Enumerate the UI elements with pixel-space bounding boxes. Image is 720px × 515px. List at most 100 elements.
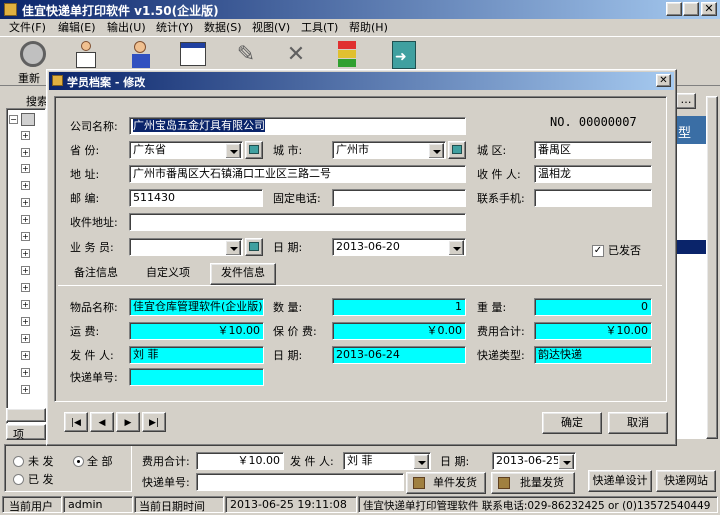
people-icon[interactable]	[128, 41, 154, 69]
chevron-down-icon[interactable]	[225, 143, 241, 158]
batch-ship-button[interactable]: 批量发货	[491, 472, 575, 494]
company-field[interactable]: 广州宝岛五金灯具有限公司	[129, 117, 466, 135]
courier-website-button[interactable]: 快递网站	[656, 470, 716, 492]
date-field[interactable]: 2013-06-20	[332, 238, 466, 256]
tools-icon[interactable]: ✎	[232, 41, 260, 69]
mobile-field[interactable]	[534, 189, 652, 207]
maximize-button[interactable]	[683, 2, 699, 16]
tree-node[interactable]: +	[21, 249, 30, 258]
right-ellipsis-button[interactable]: …	[676, 93, 696, 109]
insurance-label: 保 价 费:	[273, 325, 317, 338]
tracking-field[interactable]	[129, 368, 264, 386]
form-icon[interactable]	[180, 42, 206, 66]
tab-custom[interactable]: 自定义项	[136, 264, 200, 284]
tree-node[interactable]: +	[21, 232, 30, 241]
single-ship-label: 单件发货	[433, 476, 477, 489]
menu-stats[interactable]: 统计(Y)	[156, 21, 193, 35]
menu-tools[interactable]: 工具(T)	[301, 21, 338, 35]
dialog-close-button[interactable]: ✕	[656, 74, 671, 87]
courier-label: 快递类型:	[477, 349, 525, 362]
insurance-field[interactable]: ￥0.00	[332, 322, 466, 340]
chevron-down-icon[interactable]	[448, 240, 464, 255]
bottom-date-field[interactable]: 2013-06-25	[492, 452, 576, 470]
tree-node[interactable]: +	[21, 283, 30, 292]
radio-unsent[interactable]	[13, 456, 24, 467]
right-vertical-scrollbar[interactable]	[706, 96, 718, 439]
tree-node[interactable]: +	[21, 266, 30, 275]
single-ship-button[interactable]: 单件发货	[406, 472, 486, 494]
salesman-picker-button[interactable]	[245, 238, 263, 256]
tree-node[interactable]: +	[21, 351, 30, 360]
minimize-button[interactable]	[666, 2, 682, 16]
menu-data[interactable]: 数据(S)	[204, 21, 242, 35]
province-picker-button[interactable]	[245, 141, 263, 159]
province-field[interactable]: 广东省	[129, 141, 243, 159]
tree-node[interactable]: +	[21, 385, 30, 394]
tree-node[interactable]: +	[21, 334, 30, 343]
qty-field[interactable]: 1	[332, 298, 466, 316]
menu-edit[interactable]: 编辑(E)	[58, 21, 96, 35]
chevron-down-icon[interactable]	[225, 240, 241, 255]
user-icon[interactable]	[73, 41, 99, 69]
chart-icon[interactable]	[338, 41, 356, 69]
recv-address-field[interactable]	[129, 213, 466, 231]
chevron-down-icon[interactable]	[413, 454, 429, 469]
ok-button[interactable]: 确定	[542, 412, 602, 434]
tree-root-toggle[interactable]: −	[9, 115, 18, 124]
menu-file[interactable]: 文件(F)	[9, 21, 46, 35]
tab-notes[interactable]: 备注信息	[64, 264, 128, 284]
sent-checkbox[interactable]: ✓	[592, 245, 604, 257]
cancel-button[interactable]: 取消	[608, 412, 668, 434]
exit-icon[interactable]: ➜	[392, 41, 416, 69]
bottom-tracking-field[interactable]	[196, 473, 404, 491]
weight-field[interactable]: 0	[534, 298, 652, 316]
tree-horizontal-scrollbar[interactable]	[6, 408, 46, 422]
menu-output[interactable]: 输出(U)	[107, 21, 146, 35]
chevron-down-icon[interactable]	[428, 143, 444, 158]
tree-node[interactable]: +	[21, 164, 30, 173]
tree-node[interactable]: +	[21, 215, 30, 224]
design-waybill-button[interactable]: 快递单设计	[588, 470, 652, 492]
next-record-button[interactable]: ▶	[116, 412, 140, 432]
tree-node[interactable]: +	[21, 317, 30, 326]
ship-date-field[interactable]: 2013-06-24	[332, 346, 466, 364]
city-field[interactable]: 广州市	[332, 141, 446, 159]
wrench-icon[interactable]: ✕	[282, 41, 310, 69]
item-field[interactable]: 佳宜仓库管理软件(企业版)	[129, 298, 264, 316]
address-field[interactable]: 广州市番禺区大石镇涌口工业区三路二号	[129, 165, 466, 183]
close-button[interactable]: ✕	[701, 2, 717, 16]
prev-record-button[interactable]: ◀	[90, 412, 114, 432]
postcode-field[interactable]: 511430	[129, 189, 263, 207]
courier-field[interactable]: 韵达快递	[534, 346, 652, 364]
tree-node[interactable]: +	[21, 131, 30, 140]
radio-all[interactable]	[73, 456, 84, 467]
freight-field[interactable]: ￥10.00	[129, 322, 264, 340]
menu-view[interactable]: 视图(V)	[252, 21, 290, 35]
tree-node[interactable]: +	[21, 368, 30, 377]
tree-node[interactable]: +	[21, 198, 30, 207]
recipient-field[interactable]: 温相龙	[534, 165, 652, 183]
sender-label: 发 件 人:	[70, 349, 114, 362]
tree-bottom-header: 项	[6, 424, 46, 441]
first-record-button[interactable]: |◀	[64, 412, 88, 432]
chevron-down-icon[interactable]	[558, 454, 574, 469]
tree-node[interactable]: +	[21, 181, 30, 190]
refresh-icon[interactable]	[20, 41, 46, 67]
bottom-date-value: 2013-06-25	[496, 454, 560, 467]
total-field[interactable]: ￥10.00	[534, 322, 652, 340]
radio-sent[interactable]	[13, 474, 24, 485]
last-record-button[interactable]: ▶|	[142, 412, 166, 432]
bottom-cost-field[interactable]: ￥10.00	[196, 452, 284, 470]
search-label: 搜索	[26, 95, 48, 108]
tree-node[interactable]: +	[21, 300, 30, 309]
bottom-sender-field[interactable]: 刘 菲	[343, 452, 431, 470]
menu-help[interactable]: 帮助(H)	[349, 21, 388, 35]
district-field[interactable]: 番禺区	[534, 141, 652, 159]
qty-label: 数 量:	[273, 301, 303, 314]
tree-node[interactable]: +	[21, 148, 30, 157]
sender-field[interactable]: 刘 菲	[129, 346, 264, 364]
phone-field[interactable]	[332, 189, 466, 207]
tab-shipping[interactable]: 发件信息	[210, 263, 276, 285]
salesman-field[interactable]	[129, 238, 243, 256]
city-picker-button[interactable]	[448, 141, 466, 159]
